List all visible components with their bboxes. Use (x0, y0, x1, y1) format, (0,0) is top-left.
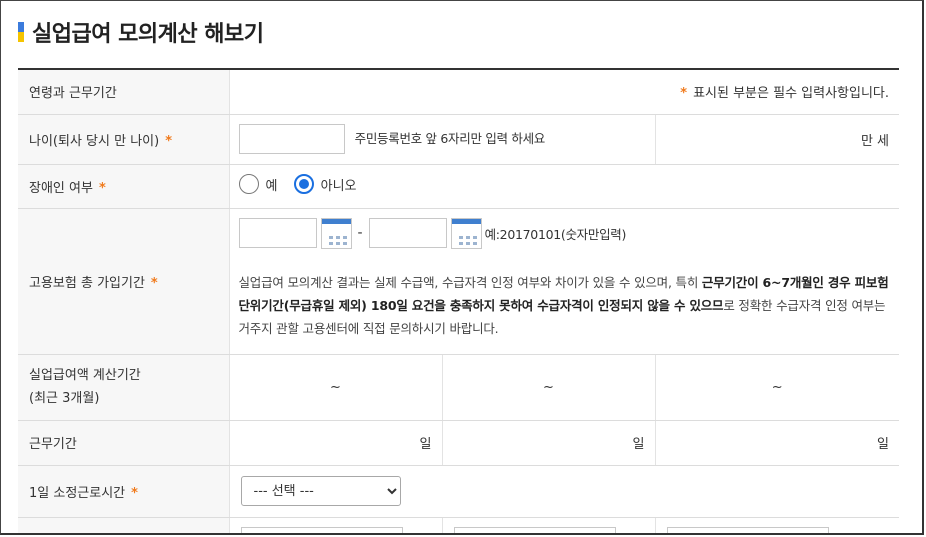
page-frame: 실업급여 모의계산 해보기 연령과 근무기간 * 표시된 부분은 필수 입력사항입… (0, 0, 924, 535)
next-row-cell-1 (229, 517, 442, 533)
hours-select-cell: --- 선택 --- (229, 465, 900, 518)
required-mark: * (98, 180, 106, 196)
insurance-end-date-input[interactable] (368, 218, 447, 248)
required-mark: * (131, 485, 138, 501)
calc-period-2: ~ (441, 354, 655, 421)
next-row-input[interactable] (453, 526, 616, 533)
header-row-label: 연령과 근무기간 (18, 68, 230, 115)
next-row-label (18, 517, 230, 533)
insurance-label: 고용보험 총 가입기간 * (18, 208, 230, 355)
calc-period-label-line1: 실업급여액 계산기간 (29, 368, 141, 383)
calendar-icon[interactable] (450, 217, 482, 249)
calc-period-1: ~ (229, 354, 442, 421)
required-note-text: 표시된 부분은 필수 입력사항입니다. (693, 86, 890, 102)
next-row-cell-2 (441, 517, 655, 533)
calc-period-label: 실업급여액 계산기간 (최근 3개월) (18, 354, 230, 421)
header-row: 연령과 근무기간 * 표시된 부분은 필수 입력사항입니다. (18, 68, 900, 115)
date-range: - 예:20170101(숫자만입력) (238, 217, 894, 249)
age-row: 나이(퇴사 당시 만 나이) * 주민등록번호 앞 6자리만 입력 하세요 만 세 (18, 114, 900, 165)
insurance-notice: 실업급여 모의계산 결과는 실제 수급액, 수급자격 인정 여부와 차이가 있을… (239, 271, 894, 340)
disability-label-text: 장애인 여부 (29, 180, 93, 196)
next-row-input[interactable] (240, 526, 403, 533)
disability-label: 장애인 여부 * (18, 164, 230, 209)
calculator-form-table: 연령과 근무기간 * 표시된 부분은 필수 입력사항입니다. 나이(퇴사 당시 만… (18, 68, 900, 533)
page-title-bar: 실업급여 모의계산 해보기 (18, 17, 264, 47)
work-days-unit-1: 일 (229, 420, 442, 466)
insurance-label-text: 고용보험 총 가입기간 (29, 275, 145, 291)
hours-label-text: 1일 소정근로시간 (29, 485, 126, 501)
page-title: 실업급여 모의계산 해보기 (32, 22, 264, 47)
work-days-label: 근무기간 (18, 420, 230, 466)
work-days-unit-2: 일 (441, 420, 655, 466)
date-format-hint: 예:20170101(숫자만입력) (484, 226, 627, 242)
disability-options: 예 아니오 (229, 164, 900, 209)
required-mark: * (680, 86, 688, 102)
calc-period-3: ~ (654, 354, 900, 421)
next-row-input[interactable] (666, 526, 829, 533)
required-mark: * (165, 133, 172, 149)
disability-yes-radio[interactable]: 예 (238, 174, 278, 194)
calc-period-row: 실업급여액 계산기간 (최근 3개월) ~ ~ ~ (18, 354, 900, 421)
title-mark-icon (18, 22, 24, 42)
radio-label: 예 (265, 178, 278, 194)
work-days-unit-3: 일 (654, 420, 900, 466)
radio-unchecked-icon[interactable] (238, 174, 259, 194)
required-mark: * (150, 275, 158, 291)
radio-label: 아니오 (320, 178, 357, 194)
date-separator: - (357, 225, 363, 241)
calendar-icon[interactable] (320, 217, 352, 249)
disability-no-radio[interactable]: 아니오 (293, 174, 357, 194)
working-hours-select[interactable]: --- 선택 --- (240, 476, 401, 506)
hours-label: 1일 소정근로시간 * (18, 465, 230, 518)
work-days-row: 근무기간 일 일 일 (18, 420, 900, 466)
age-label-text: 나이(퇴사 당시 만 나이) (29, 133, 160, 149)
age-label: 나이(퇴사 당시 만 나이) * (18, 114, 230, 165)
hours-row: 1일 소정근로시간 * --- 선택 --- (18, 465, 900, 518)
age-unit: 만 세 (654, 114, 900, 165)
disability-row: 장애인 여부 * 예 아니오 (18, 164, 900, 209)
calc-period-label-line2: (최근 3개월) (29, 391, 100, 406)
insurance-period-row: 고용보험 총 가입기간 * - 예:20170101(숫자만입력) 실업급여 모… (18, 208, 900, 355)
required-note: * 표시된 부분은 필수 입력사항입니다. (229, 68, 900, 115)
next-row-cell-3 (654, 517, 900, 533)
age-input-cell: 주민등록번호 앞 6자리만 입력 하세요 (229, 114, 656, 165)
birth-date-input[interactable] (238, 124, 345, 154)
radio-checked-icon[interactable] (293, 174, 314, 194)
next-row-partial (18, 517, 900, 533)
notice-text: 실업급여 모의계산 결과는 실제 수급액, 수급자격 인정 여부와 차이가 있을… (238, 274, 702, 290)
insurance-input-cell: - 예:20170101(숫자만입력) 실업급여 모의계산 결과는 실제 수급액… (229, 208, 900, 355)
insurance-start-date-input[interactable] (238, 218, 317, 248)
age-hint: 주민등록번호 앞 6자리만 입력 하세요 (354, 130, 546, 146)
